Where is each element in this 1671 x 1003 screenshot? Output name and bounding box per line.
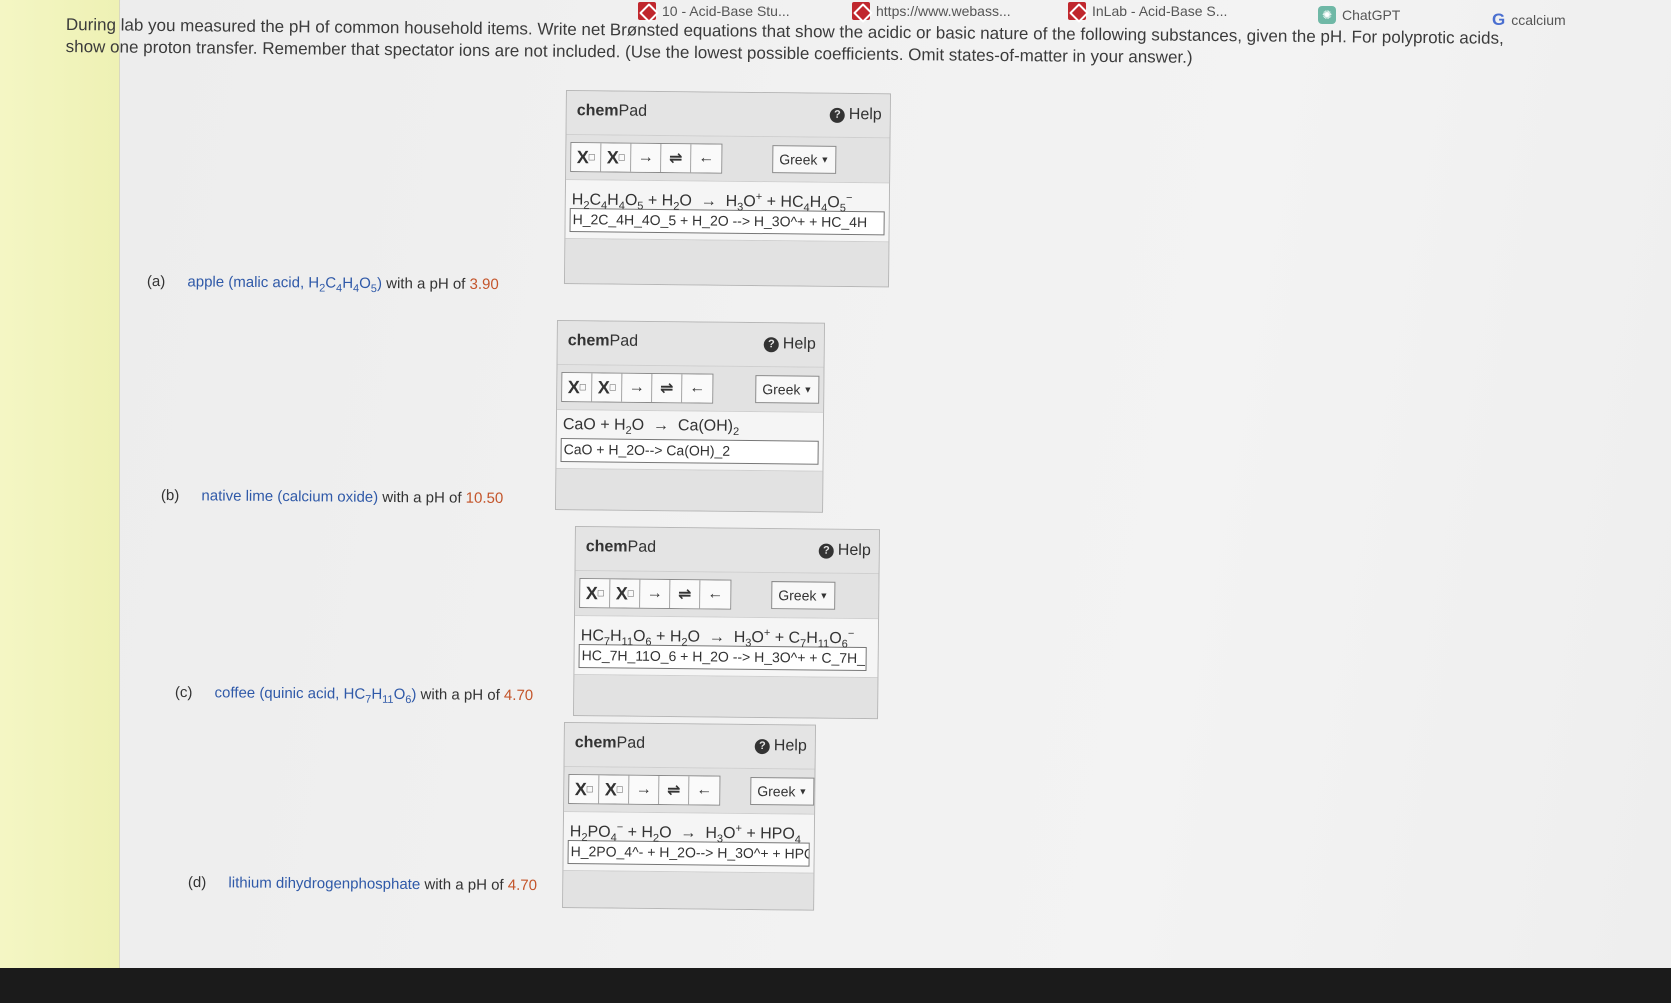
superscript-button[interactable]: X □ [601,143,632,172]
equation-preview: H2C4H4O5 + H2O → H3O+ + HC4H4O5− [571,190,853,215]
monitor-bezel [0,968,1671,1003]
reaction-arrow-button[interactable]: → [640,579,671,609]
reverse-arrow-button[interactable]: ← [682,374,713,403]
chevron-down-icon: ▼ [820,154,830,165]
reaction-arrow-button[interactable]: → [622,373,653,403]
webassign-icon [1068,2,1086,20]
bookmark-acid-base-study[interactable]: 10 - Acid-Base Stu... [638,2,790,20]
equation-preview: HC7H11O6 + H2O → H3O+ + C7H11O6− [580,626,855,651]
reverse-arrow-button[interactable]: ← [691,144,722,173]
superscript-button[interactable]: X □ [592,373,623,402]
equation-input[interactable]: H_2C_4H_4O_5 + H_2O --> H_3O^+ + HC_4H [569,208,885,236]
equilibrium-arrow-button[interactable]: ⇌ [652,374,683,403]
chempad-toolbar: X □ X □ → ⇌ ← [561,372,714,404]
chevron-down-icon: ▼ [803,384,813,395]
webassign-icon [638,2,656,20]
equilibrium-arrow-button[interactable]: ⇌ [661,144,692,173]
webassign-icon [852,2,870,20]
help-link[interactable]: ? Help [818,542,871,561]
question-c-label: (c) coffee (quinic acid, HC7H11O6) with … [174,684,534,707]
reverse-arrow-button[interactable]: ← [700,580,731,609]
chatgpt-icon: ✺ [1318,6,1336,24]
question-d-label: (d) lithium dihydrogenphosphate with a p… [187,874,538,895]
chempad-d: chemPad ? Help X □ X □ → ⇌ ← Greek ▼ H2PO4− … [562,722,816,911]
equation-input[interactable]: H_2PO_4^- + H_2O--> H_3O^+ + HPO [567,840,810,867]
screen: 10 - Acid-Base Stu... https://www.webass… [0,0,1671,968]
subscript-button[interactable]: X □ [562,373,593,402]
question-b-label: (b) native lime (calcium oxide) with a p… [160,487,504,507]
help-icon: ? [754,738,770,754]
question-a-label: (a) apple (malic acid, H2C4H4O5) with a … [146,273,499,296]
chempad-title: chemPad [585,538,657,556]
subscript-button[interactable]: X □ [571,143,602,172]
chempad-toolbar: X □ X □ → ⇌ ← [579,578,732,610]
help-link[interactable]: ? Help [763,335,816,354]
reaction-arrow-button[interactable]: → [629,775,660,805]
help-link[interactable]: ? Help [829,106,882,125]
greek-dropdown[interactable]: Greek ▼ [755,375,820,404]
bookmark-inlab[interactable]: InLab - Acid-Base S... [1068,2,1227,20]
greek-dropdown[interactable]: Greek ▼ [771,581,836,610]
equation-preview: H2PO4− + H2O → H3O+ + HPO4 [569,821,801,847]
subscript-button[interactable]: X □ [580,579,611,608]
help-icon: ? [818,543,834,559]
chempad-b: chemPad ? Help X □ X □ → ⇌ ← Greek ▼ CaO + H… [555,320,825,513]
subscript-button[interactable]: X □ [569,775,600,804]
chempad-c: chemPad ? Help X □ X □ → ⇌ ← Greek ▼ HC7H11O… [573,526,880,720]
equilibrium-arrow-button[interactable]: ⇌ [659,776,690,805]
equation-input[interactable]: CaO + H_2O--> Ca(OH)_2 [560,438,819,465]
bookmark-webassign[interactable]: https://www.webass... [852,2,1011,20]
chempad-title: chemPad [567,332,639,350]
chempad-toolbar: X □ X □ → ⇌ ← [570,142,723,174]
chempad-a: chemPad ? Help X □ X □ → ⇌ ← Greek ▼ H2C4H4O… [563,90,891,288]
equation-preview: CaO + H2O → Ca(OH)2 [562,416,740,439]
greek-dropdown[interactable]: Greek ▼ [772,145,837,174]
chevron-down-icon: ▼ [819,590,829,601]
chevron-down-icon: ▼ [798,786,808,797]
superscript-button[interactable]: X □ [610,579,641,608]
reaction-arrow-button[interactable]: → [631,143,662,173]
bookmark-chatgpt[interactable]: ✺ ChatGPT [1318,6,1400,24]
chempad-title: chemPad [574,734,646,752]
left-margin-bar [0,0,120,968]
equilibrium-arrow-button[interactable]: ⇌ [670,580,701,609]
chempad-title: chemPad [576,102,648,120]
greek-dropdown[interactable]: Greek ▼ [750,776,815,806]
reverse-arrow-button[interactable]: ← [689,776,720,805]
superscript-button[interactable]: X □ [599,775,630,804]
help-icon: ? [763,336,779,352]
help-icon: ? [829,107,845,123]
help-link[interactable]: ? Help [754,737,807,756]
chempad-toolbar: X □ X □ → ⇌ ← [568,774,721,806]
